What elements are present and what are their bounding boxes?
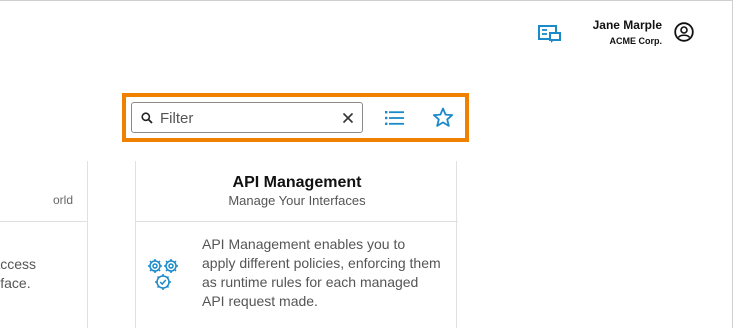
account-circle-icon[interactable] xyxy=(674,22,694,42)
user-organization: ACME Corp. xyxy=(609,36,663,46)
service-card-partial[interactable]: orld ed access interface. xyxy=(0,161,88,328)
card-divider xyxy=(136,221,458,222)
card-description-line: ed access xyxy=(0,256,37,272)
card-description: API Management enables you to apply diff… xyxy=(202,236,441,309)
close-icon[interactable] xyxy=(342,111,354,124)
app-window: Jane Marple ACME Corp. Filter orld ccess… xyxy=(0,0,733,328)
card-title: API Management xyxy=(232,174,362,191)
star-icon[interactable] xyxy=(432,107,454,128)
chat-panel-icon[interactable] xyxy=(538,25,562,43)
service-card-api-management[interactable]: API Management Manage Your Interfaces AP… xyxy=(135,161,458,328)
search-input[interactable] xyxy=(160,108,330,128)
card-subtitle: Manage Your Interfaces xyxy=(228,193,366,208)
card-description-line: interface. xyxy=(0,275,31,291)
user-name: Jane Marple xyxy=(592,18,662,32)
card-description: ed access interface. xyxy=(0,255,63,293)
search-field[interactable] xyxy=(131,102,363,133)
list-view-icon[interactable] xyxy=(385,110,405,126)
gears-icon xyxy=(146,257,182,293)
search-icon xyxy=(141,111,153,124)
card-divider xyxy=(0,221,88,222)
card-subtitle: orld xyxy=(52,193,73,207)
user-info: Jane Marple ACME Corp. xyxy=(593,18,662,48)
